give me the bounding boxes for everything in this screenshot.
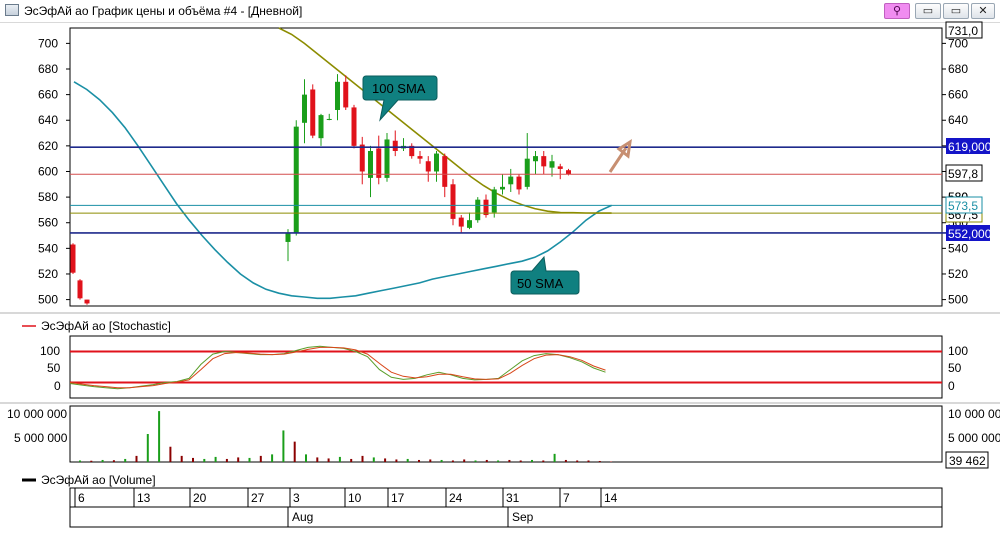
candle-body [70, 244, 76, 273]
day-label: 17 [391, 491, 405, 505]
price-ytick-left-600: 600 [38, 164, 58, 178]
candle-body [376, 148, 382, 178]
month-label: Sep [512, 510, 534, 524]
sma50-callout-label: 50 SMA [517, 276, 564, 291]
candle-body [434, 153, 439, 172]
volume-ytick-right-5m: 5 000 000 [948, 431, 1000, 445]
candle-body [541, 156, 547, 167]
candle-body [500, 186, 505, 190]
price-ytick-left-620: 620 [38, 139, 58, 153]
day-label: 10 [348, 491, 362, 505]
day-label: 6 [78, 491, 85, 505]
candle-body [425, 161, 431, 172]
day-label: 20 [193, 491, 207, 505]
candle-body [516, 176, 522, 190]
price-ytick-left-700: 700 [38, 36, 58, 50]
day-label: 13 [137, 491, 151, 505]
candle-body [392, 140, 398, 151]
badge-last: 597,8 [948, 167, 978, 181]
price-ytick-left-540: 540 [38, 241, 58, 255]
price-volume-chart[interactable]: ЭсЭфАй ао [Stochastic] ЭсЭфАй ао [Volume… [0, 0, 1000, 537]
price-ytick-right-500: 500 [948, 293, 968, 307]
day-label: 27 [251, 491, 265, 505]
candle-body [318, 115, 324, 139]
candle-body [335, 81, 340, 110]
candle-body [491, 189, 497, 213]
volume-ytick-left-10m: 10 000 000 [7, 407, 67, 421]
volume-ytick-right-10m: 10 000 000 [948, 407, 1000, 421]
badge-sma50: 573,5 [948, 199, 978, 213]
candle-body [384, 139, 390, 178]
badge-top: 731,0 [948, 24, 978, 38]
price-ytick-right-520: 520 [948, 267, 968, 281]
price-ytick-right-540: 540 [948, 241, 968, 255]
price-ytick-right-680: 680 [948, 62, 968, 76]
price-ytick-left-680: 680 [38, 62, 58, 76]
candle-body [77, 280, 83, 299]
candle-body [508, 176, 514, 185]
candle-body [417, 156, 423, 159]
badge-level-low: 552,000 [948, 227, 992, 241]
volume-legend: ЭсЭфАй ао [Volume] [41, 473, 156, 487]
candle-body [557, 166, 563, 169]
candle-body [84, 299, 90, 304]
candle-body [524, 158, 530, 187]
month-label: Aug [292, 510, 313, 524]
day-label: 24 [449, 491, 463, 505]
candle-body [302, 94, 307, 123]
day-label: 14 [604, 491, 618, 505]
candle-body [359, 144, 365, 172]
volume-last-badge: 39 462 [949, 454, 986, 468]
candle-body [475, 199, 481, 221]
price-ytick-left-560: 560 [38, 216, 58, 230]
candle-body [442, 156, 448, 187]
stoch-ytick-right-50: 50 [948, 361, 962, 375]
badge-level-high: 619,000 [948, 140, 992, 154]
candle-body [467, 220, 472, 228]
candle-body [310, 89, 316, 136]
volume-panel-frame [69, 405, 943, 463]
candle-body [343, 81, 349, 108]
candle-body [450, 184, 456, 219]
stoch-ytick-left-50: 50 [47, 361, 61, 375]
price-ytick-left-520: 520 [38, 267, 58, 281]
volume-ytick-left-5m: 5 000 000 [14, 431, 68, 445]
day-label: 7 [563, 491, 570, 505]
stoch-legend: ЭсЭфАй ао [Stochastic] [41, 319, 171, 333]
price-ytick-left-660: 660 [38, 88, 58, 102]
price-ytick-left-640: 640 [38, 113, 58, 127]
candle-body [458, 217, 464, 227]
price-ytick-right-640: 640 [948, 113, 968, 127]
price-ytick-left-500: 500 [38, 293, 58, 307]
candle-body [549, 161, 555, 168]
candle-body [566, 170, 571, 175]
candle-body [293, 126, 299, 233]
stoch-ytick-left-100: 100 [40, 344, 60, 358]
candle-body [533, 156, 538, 162]
candle-body [285, 232, 291, 242]
candle-body [326, 118, 332, 120]
stoch-ytick-left-0: 0 [54, 379, 61, 393]
price-ytick-left-580: 580 [38, 190, 58, 204]
stoch-ytick-right-100: 100 [948, 344, 968, 358]
candle-body [351, 107, 357, 146]
sma100-callout-label: 100 SMA [372, 81, 426, 96]
day-label: 3 [293, 491, 300, 505]
day-label: 31 [506, 491, 520, 505]
price-ytick-right-660: 660 [948, 88, 968, 102]
stoch-panel-frame [69, 335, 943, 399]
stoch-ytick-right-0: 0 [948, 379, 955, 393]
